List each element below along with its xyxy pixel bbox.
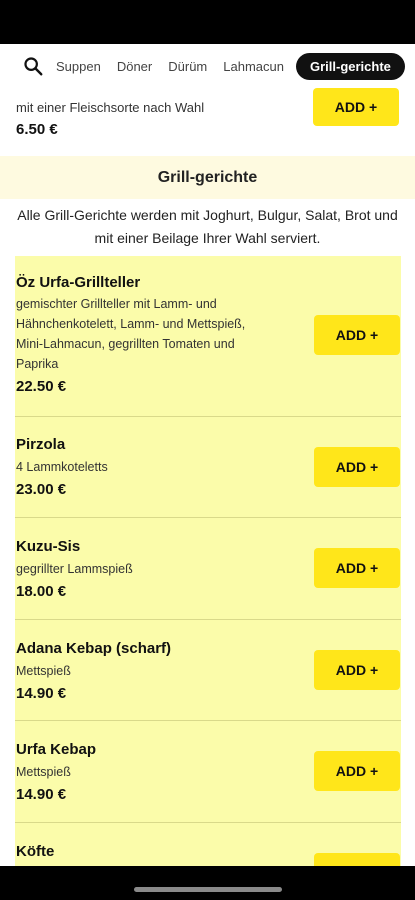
tab-suppen[interactable]: Suppen	[56, 59, 101, 74]
status-bar	[0, 0, 415, 44]
tab-lahmacun[interactable]: Lahmacun	[223, 59, 284, 74]
item-price: 23.00 €	[16, 481, 67, 498]
menu-item-partial: mit einer Fleischsorte nach Wahl 6.50 € …	[0, 88, 415, 156]
item-price: 6.50 €	[16, 121, 58, 138]
category-tabs: Suppen Döner Dürüm Lahmacun Grill-gerich…	[0, 44, 415, 88]
menu-item[interactable]: Pirzola 4 Lammkoteletts 23.00 € ADD +	[15, 417, 401, 518]
item-price: 18.00 €	[16, 583, 67, 600]
add-button[interactable]: ADD +	[314, 751, 400, 791]
menu-item[interactable]: Urfa Kebap Mettspieß 14.90 € ADD +	[15, 721, 401, 823]
tab-duerum[interactable]: Dürüm	[168, 59, 207, 74]
menu-item[interactable]: Adana Kebap (scharf) Mettspieß 14.90 € A…	[15, 620, 401, 721]
item-price: 14.90 €	[16, 786, 67, 803]
item-description: Mettspieß	[16, 664, 71, 678]
item-description: gemischter Grillteller mit Lamm- und Häh…	[16, 297, 246, 371]
add-button[interactable]: ADD +	[313, 88, 399, 126]
item-name: Öz Urfa-Grillteller	[16, 274, 141, 291]
item-name: Kuzu-Sis	[16, 538, 81, 555]
section-title: Grill-gerichte	[0, 156, 415, 199]
section-note: Alle Grill-Gerichte werden mit Joghurt, …	[17, 207, 398, 246]
item-name: Köfte	[16, 843, 55, 860]
item-description: Mettspieß	[16, 765, 71, 779]
item-price: 22.50 €	[16, 378, 67, 395]
add-button[interactable]: ADD +	[314, 447, 400, 487]
add-button[interactable]: ADD +	[314, 548, 400, 588]
item-description: 4 Lammkoteletts	[16, 460, 108, 474]
add-button[interactable]: ADD +	[314, 315, 400, 355]
add-button[interactable]: ADD +	[314, 650, 400, 690]
item-name: Urfa Kebap	[16, 741, 97, 758]
add-button[interactable]: ADD +	[314, 853, 400, 866]
home-indicator[interactable]	[134, 887, 282, 892]
item-description: mit einer Fleischsorte nach Wahl	[16, 100, 205, 115]
menu-item[interactable]: Öz Urfa-Grillteller gemischter Grilltell…	[15, 256, 401, 417]
menu-item[interactable]: Kuzu-Sis gegrillter Lammspieß 18.00 € AD…	[15, 518, 401, 620]
search-icon	[24, 57, 43, 76]
menu-item[interactable]: Köfte ADD +	[15, 823, 401, 866]
item-price: 14.90 €	[16, 685, 67, 702]
tab-grill-gerichte[interactable]: Grill-gerichte	[295, 52, 405, 80]
tab-doener[interactable]: Döner	[117, 59, 152, 74]
item-name: Adana Kebap (scharf)	[16, 640, 172, 657]
item-name: Pirzola	[16, 436, 66, 453]
item-description: gegrillter Lammspieß	[16, 562, 133, 576]
menu-list: Öz Urfa-Grillteller gemischter Grilltell…	[15, 256, 401, 866]
system-navigation-bar	[0, 866, 415, 900]
search-button[interactable]	[22, 55, 44, 77]
